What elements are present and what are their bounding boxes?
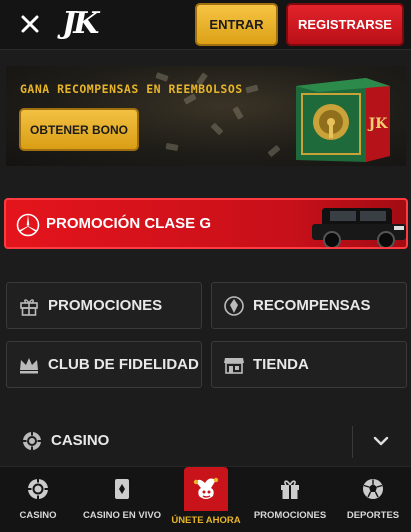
soccer-ball-icon	[363, 479, 383, 499]
chevron-down-icon[interactable]	[372, 432, 390, 450]
nav-live-casino[interactable]: CASINO EN VIVO	[82, 467, 162, 532]
site-logo[interactable]: JK	[62, 7, 99, 41]
tile-club-fidelidad[interactable]: CLUB DE FIDELIDAD	[6, 341, 202, 388]
close-icon[interactable]	[16, 10, 44, 38]
cards-icon	[115, 479, 129, 499]
nav-sports[interactable]: DEPORTES	[342, 467, 404, 532]
tile-label: CLUB DE FIDELIDAD	[48, 356, 199, 373]
casino-section-toggle[interactable]: CASINO	[0, 420, 411, 464]
bill-decoration	[232, 106, 244, 120]
bottom-nav: CASINO CASINO EN VIVO ÚNETE AHORA PROMOC…	[0, 466, 411, 532]
bill-decoration	[155, 72, 169, 82]
banner-title: GANA RECOMPENSAS EN REEMBOLSOS	[20, 82, 243, 96]
bill-decoration	[165, 143, 179, 151]
chip-icon	[22, 431, 42, 451]
nav-label: PROMOCIONES	[253, 510, 327, 521]
bill-decoration	[245, 84, 259, 94]
gift-icon	[20, 298, 38, 316]
get-bonus-button[interactable]: OBTENER BONO	[19, 108, 139, 151]
casino-label: CASINO	[51, 432, 110, 449]
divider	[352, 426, 353, 458]
bill-decoration	[267, 144, 281, 158]
chip-icon	[27, 478, 49, 500]
tile-recompensas[interactable]: RECOMPENSAS	[211, 282, 407, 329]
nav-casino[interactable]: CASINO	[12, 467, 64, 532]
safe-icon: JK	[296, 78, 390, 162]
gift-icon	[281, 480, 299, 499]
nav-label: ÚNETE AHORA	[171, 515, 241, 526]
tile-label: TIENDA	[253, 356, 309, 373]
store-icon	[224, 357, 244, 374]
tile-label: PROMOCIONES	[48, 297, 163, 314]
tile-label: RECOMPENSAS	[253, 297, 371, 314]
jester-icon-box	[184, 467, 228, 511]
promotion-label: PROMOCIÓN CLASE G	[46, 215, 212, 232]
login-button[interactable]: ENTRAR	[195, 3, 278, 46]
nav-label: CASINO EN VIVO	[82, 510, 162, 521]
tile-promociones[interactable]: PROMOCIONES	[6, 282, 202, 329]
top-header: JK ENTRAR REGISTRARSE	[0, 0, 411, 50]
nav-label: CASINO	[19, 510, 57, 521]
safe-logo-text: JK	[367, 116, 389, 132]
nav-join-now[interactable]: ÚNETE AHORA	[171, 467, 241, 532]
mercedes-star-icon	[16, 213, 40, 237]
promotion-g-class-bar[interactable]: PROMOCIÓN CLASE G	[4, 198, 408, 249]
nav-label: DEPORTES	[346, 510, 400, 521]
nav-promotions[interactable]: PROMOCIONES	[252, 467, 328, 532]
suv-image	[312, 208, 406, 247]
bill-decoration	[210, 122, 224, 136]
crown-icon	[20, 357, 38, 373]
promo-banner[interactable]: GANA RECOMPENSAS EN REEMBOLSOS OBTENER B…	[6, 66, 406, 166]
jester-icon	[193, 477, 219, 499]
tile-tienda[interactable]: TIENDA	[211, 341, 407, 388]
register-button[interactable]: REGISTRARSE	[286, 3, 404, 46]
diamond-icon	[224, 295, 244, 316]
